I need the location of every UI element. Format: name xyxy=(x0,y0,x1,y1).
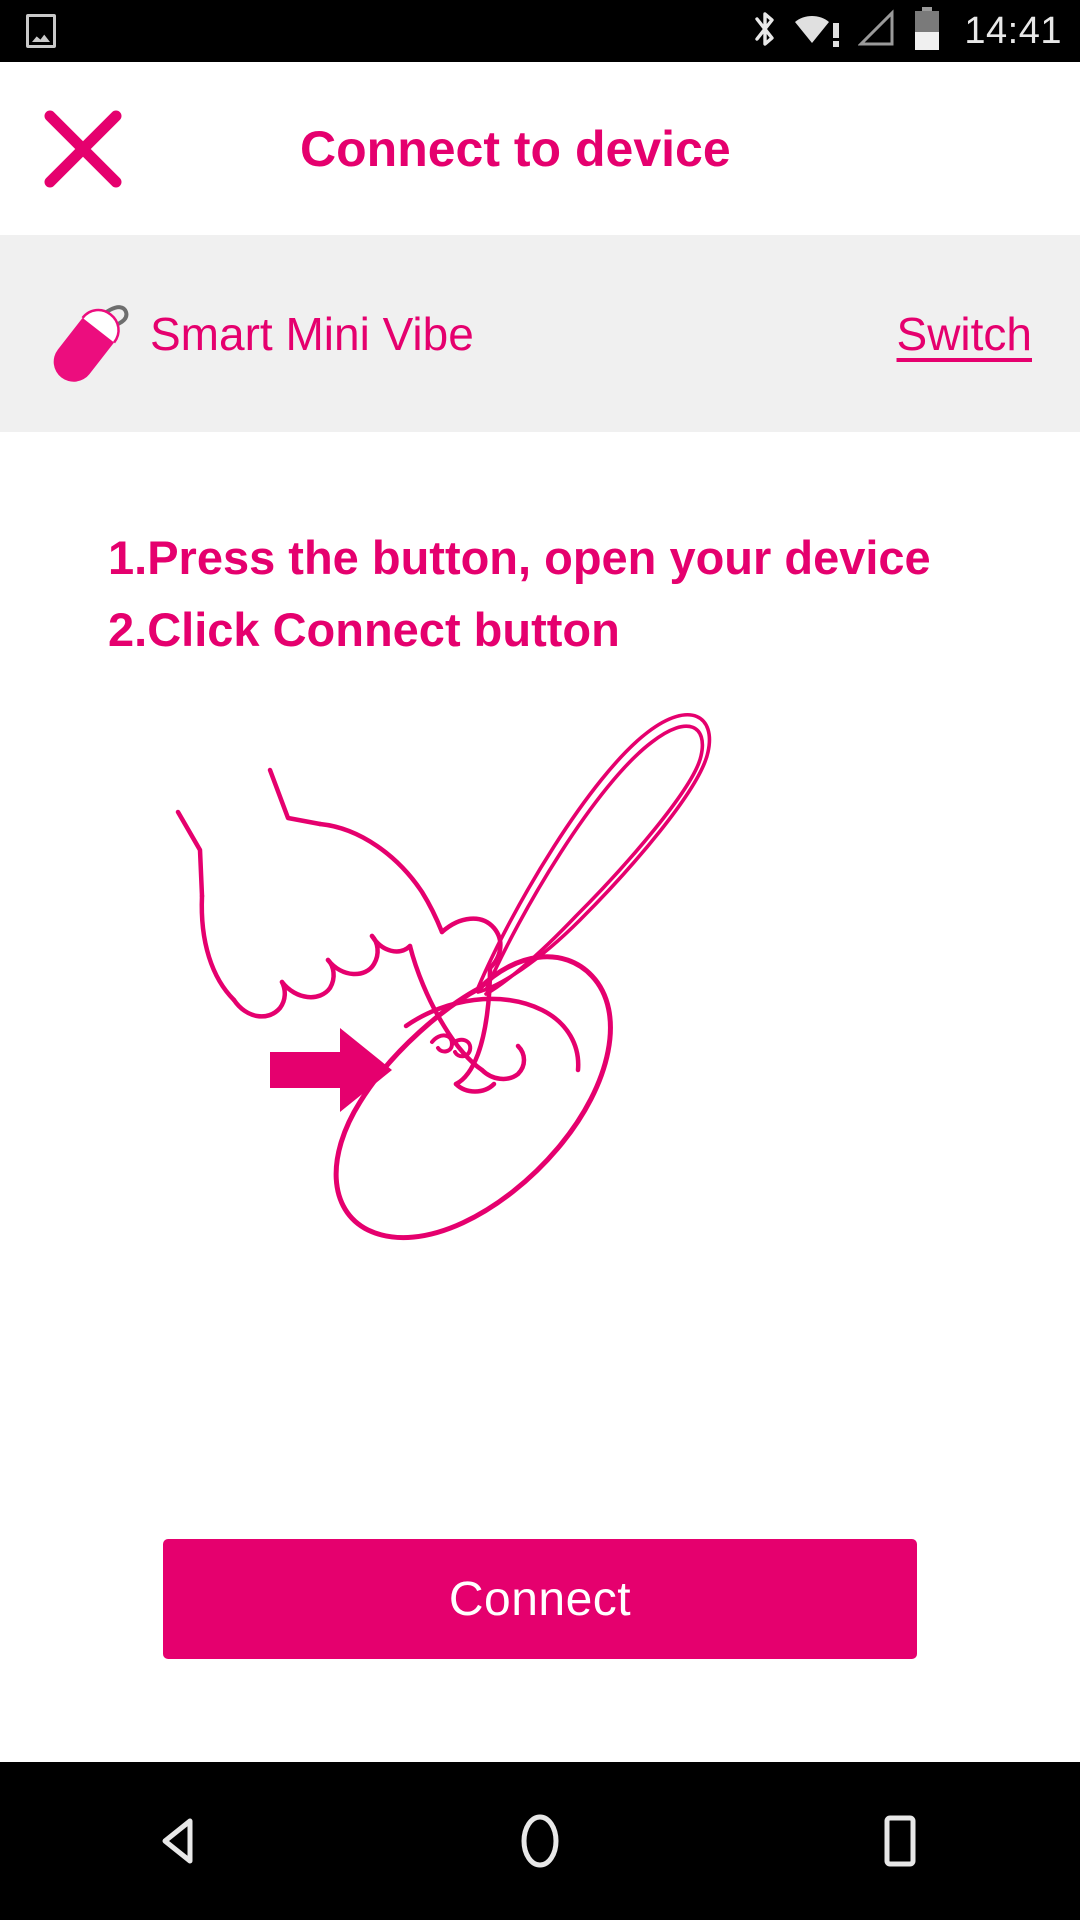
app-header: Connect to device xyxy=(0,62,1080,235)
page-title: Connect to device xyxy=(300,120,731,177)
nav-back-button[interactable] xyxy=(100,1791,260,1891)
signal-icon xyxy=(857,8,896,54)
android-nav-bar xyxy=(0,1762,1080,1920)
switch-device-link[interactable]: Switch xyxy=(897,307,1032,361)
home-circle-icon xyxy=(521,1814,559,1868)
device-name: Smart Mini Vibe xyxy=(150,307,474,360)
status-bar-clock: 14:41 xyxy=(964,10,1062,52)
back-triangle-icon xyxy=(162,1818,193,1864)
vibrator-egg-icon xyxy=(30,278,142,390)
nav-recents-button[interactable] xyxy=(820,1791,980,1891)
status-bar-left xyxy=(26,14,56,48)
hand-pressing-device-diagram xyxy=(0,670,1080,1310)
status-bar: 14:41 xyxy=(0,0,1080,62)
wifi-warning-icon xyxy=(794,9,842,54)
status-bar-right: 14:41 xyxy=(752,6,1062,57)
bluetooth-icon xyxy=(752,9,778,54)
instruction-step-2: 2.Click Connect button xyxy=(108,603,620,656)
connect-button[interactable]: Connect xyxy=(163,1539,917,1659)
instruction-step-1: 1.Press the button, open your device xyxy=(108,531,931,584)
close-button[interactable] xyxy=(36,102,130,196)
instructions-block: 1.Press the button, open your device 2.C… xyxy=(0,522,1080,666)
battery-icon xyxy=(912,6,942,57)
close-icon xyxy=(44,110,122,187)
recents-square-icon xyxy=(884,1815,916,1867)
nav-home-button[interactable] xyxy=(460,1791,620,1891)
photo-icon xyxy=(26,14,56,48)
selected-device-row[interactable]: Smart Mini Vibe Switch xyxy=(0,235,1080,432)
right-arrow-icon xyxy=(270,1028,392,1112)
